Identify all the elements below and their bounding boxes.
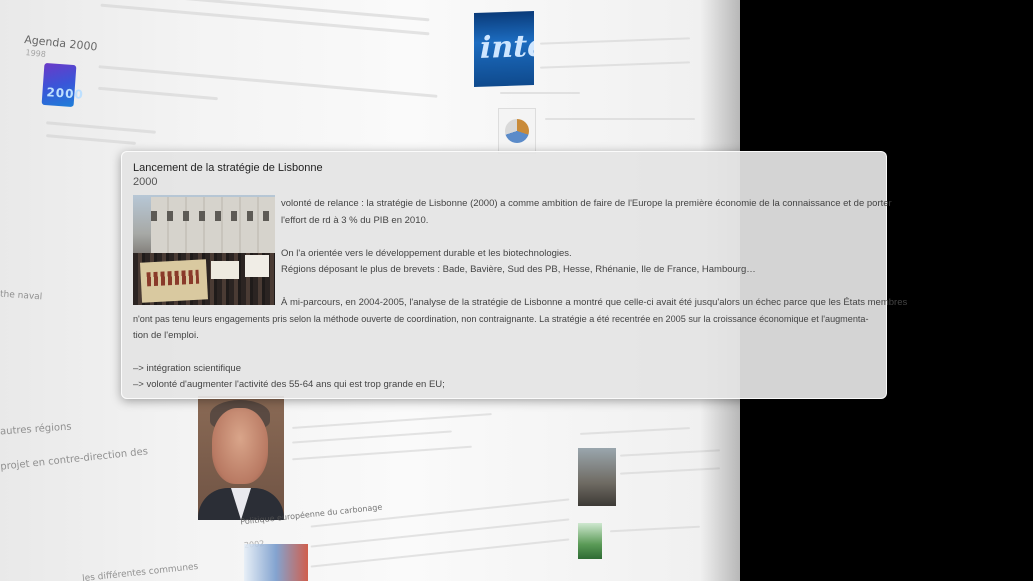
photo-banner: [139, 259, 209, 303]
portrait-face: [212, 408, 268, 484]
left-fragment: projet en contre-direction des: [0, 446, 149, 473]
text-line: [580, 427, 690, 435]
event-description-line: –> intégration scientifique: [133, 363, 242, 374]
text-line: [610, 525, 700, 533]
text-line: [292, 445, 472, 461]
city-thumbnail[interactable]: [578, 448, 616, 506]
agenda-year: 1998: [25, 48, 47, 60]
event-description-line: volonté de relance : la stratégie de Lis…: [281, 198, 892, 209]
pie-chart-thumbnail[interactable]: [498, 108, 536, 154]
text-line: [292, 413, 492, 429]
agenda-logo-text: 2000: [45, 85, 85, 102]
text-line: [500, 92, 580, 94]
portrait-thumbnail[interactable]: [198, 396, 284, 520]
intel-logo-thumbnail[interactable]: intel: [474, 10, 534, 88]
intel-logo-text: intel: [480, 28, 534, 66]
event-description-line: À mi-parcours, en 2004-2005, l'analyse d…: [281, 297, 908, 308]
text-line: [292, 430, 452, 444]
text-line: [540, 61, 690, 69]
event-description-line: tion de l'emploi.: [133, 330, 199, 341]
event-title: Lancement de la stratégie de Lisbonne: [133, 162, 323, 174]
photo-banner: [211, 261, 239, 279]
text-line: [545, 118, 695, 120]
bottom-fragment: les différentes communes: [81, 561, 199, 581]
left-fragment: the naval: [0, 289, 43, 303]
green-thumbnail[interactable]: [578, 523, 602, 559]
text-line: [540, 37, 690, 45]
event-description-line: n'ont pas tenu leurs engagements pris se…: [133, 314, 869, 324]
pie-chart-icon: [505, 119, 529, 143]
event-description-line: Régions déposant le plus de brevets : Ba…: [281, 264, 756, 275]
left-fragment: autres régions: [0, 421, 72, 438]
event-photo[interactable]: [133, 195, 275, 305]
agenda-2000-logo[interactable]: 2000: [41, 62, 84, 108]
map-thumbnail[interactable]: [244, 544, 308, 581]
text-line: [98, 86, 218, 101]
text-line: [100, 3, 430, 36]
text-line: [46, 121, 156, 134]
event-description-line: –> volonté d'augmenter l'activité des 55…: [133, 379, 445, 390]
event-description-line: On l'a orientée vers le développement du…: [281, 248, 572, 259]
event-description-line: l'effort de rd à 3 % du PIB en 2010.: [281, 215, 429, 226]
photo-building: [151, 197, 275, 259]
event-detail-popup[interactable]: Lancement de la stratégie de Lisbonne 20…: [121, 151, 907, 399]
photo-banner: [245, 255, 269, 277]
event-year: 2000: [133, 176, 158, 188]
text-line: [46, 134, 136, 145]
